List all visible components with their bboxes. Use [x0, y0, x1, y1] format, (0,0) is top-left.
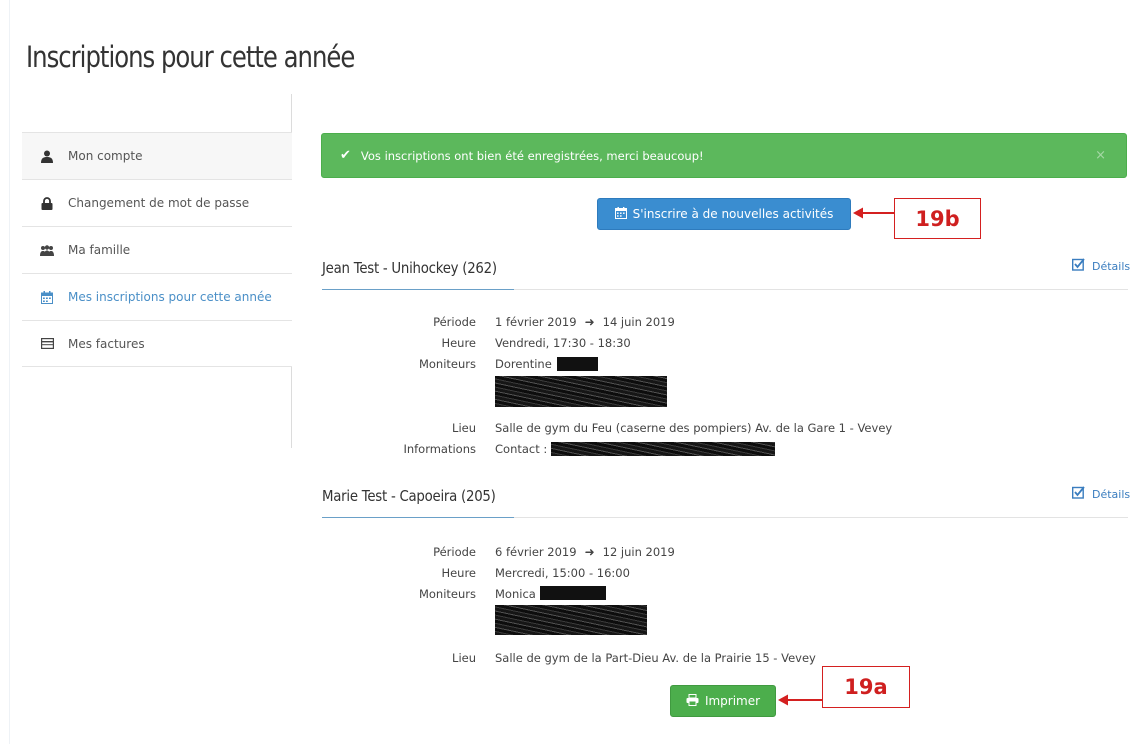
section-accent	[322, 517, 514, 518]
annotation-arrow-icon	[778, 694, 824, 706]
arrow-right-icon: ➜	[584, 315, 595, 329]
annotation-arrow-icon	[853, 207, 895, 219]
place-value: Salle de gym du Feu (caserne des pompier…	[495, 421, 893, 435]
sidebar-item-famille[interactable]: Ma famille	[22, 226, 292, 273]
print-button[interactable]: Imprimer	[670, 685, 776, 717]
print-label: Imprimer	[704, 694, 761, 708]
label-instructors: Moniteurs	[418, 357, 476, 371]
alert-text: Vos inscriptions ont bien été enregistré…	[360, 148, 704, 163]
checkbox-icon	[1071, 486, 1085, 502]
place-value: Salle de gym de la Part-Dieu Av. de la P…	[495, 651, 816, 665]
redacted-block	[495, 605, 647, 635]
redacted-block	[540, 586, 606, 600]
label-place: Lieu	[452, 421, 476, 435]
close-icon[interactable]: ×	[1095, 148, 1106, 163]
registration-title: Jean Test - Unihockey (262)	[322, 259, 497, 277]
new-activities-button[interactable]: S'inscrire à de nouvelles activités	[597, 198, 851, 230]
label-time: Heure	[441, 566, 476, 580]
annotation-19b: 19b	[894, 198, 981, 239]
period-value: 1 février 2019 ➜ 14 juin 2019	[495, 315, 675, 329]
sidebar-item-mon-compte[interactable]: Mon compte	[22, 132, 292, 179]
time-value: Vendredi, 17:30 - 18:30	[495, 336, 631, 350]
redacted-block	[557, 357, 598, 371]
info-value: Contact :	[495, 442, 548, 456]
page-title: Inscriptions pour cette année	[26, 40, 355, 74]
sidebar-item-password[interactable]: Changement de mot de passe	[22, 179, 292, 226]
check-icon: ✔	[340, 148, 351, 163]
user-icon	[40, 149, 54, 163]
sidebar-item-label: Changement de mot de passe	[68, 196, 250, 210]
redacted-block	[551, 442, 775, 456]
checkbox-icon	[1071, 258, 1085, 274]
details-link[interactable]: Détails	[1071, 258, 1130, 274]
success-alert: ✔ Vos inscriptions ont bien été enregist…	[321, 133, 1127, 178]
label-time: Heure	[441, 336, 476, 350]
sidebar-item-label: Ma famille	[68, 243, 131, 257]
new-activities-label: S'inscrire à de nouvelles activités	[632, 207, 834, 221]
lock-icon	[40, 196, 54, 210]
label-info: Informations	[403, 442, 476, 456]
sidebar: Mon compte Changement de mot de passe Ma…	[22, 132, 292, 367]
instructor-value: Monica	[495, 587, 536, 601]
redacted-block	[495, 376, 667, 407]
arrow-right-icon: ➜	[584, 545, 595, 559]
sidebar-item-label: Mes inscriptions pour cette année	[68, 290, 272, 304]
family-icon	[40, 243, 54, 257]
sidebar-item-label: Mon compte	[68, 149, 143, 163]
printer-icon	[686, 693, 699, 709]
sidebar-item-inscriptions[interactable]: Mes inscriptions pour cette année	[22, 273, 292, 320]
calendar-icon	[614, 206, 627, 222]
time-value: Mercredi, 15:00 - 16:00	[495, 566, 630, 580]
label-instructors: Moniteurs	[418, 587, 476, 601]
label-period: Période	[433, 315, 476, 329]
sidebar-item-label: Mes factures	[68, 336, 145, 351]
details-link[interactable]: Détails	[1071, 486, 1130, 502]
page-left-rule	[9, 0, 10, 744]
calendar-icon	[40, 290, 54, 304]
label-period: Période	[433, 545, 476, 559]
sidebar-item-factures[interactable]: Mes factures	[22, 320, 292, 367]
section-accent	[322, 289, 514, 290]
label-place: Lieu	[452, 651, 476, 665]
instructor-value: Dorentine	[495, 357, 552, 371]
invoice-icon	[40, 337, 54, 351]
period-value: 6 février 2019 ➜ 12 juin 2019	[495, 545, 675, 559]
registration-title: Marie Test - Capoeira (205)	[322, 487, 496, 505]
annotation-19a: 19a	[822, 666, 910, 708]
